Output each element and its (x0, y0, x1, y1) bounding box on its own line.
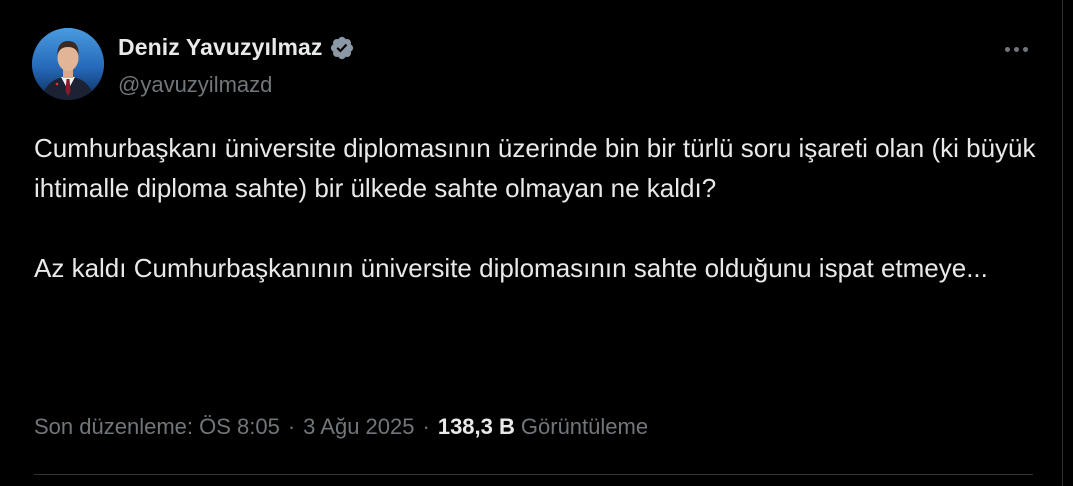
author-display-name[interactable]: Deniz Yavuzyılmaz (118, 34, 323, 61)
tweet-meta: Son düzenleme: ÖS 8:05 · 3 Ağu 2025 · 13… (34, 414, 648, 440)
meta-separator: · (287, 414, 296, 439)
tweet-card: Deniz Yavuzyılmaz @yavuzyilmazd Cumhurba… (0, 0, 1073, 486)
avatar-image (32, 28, 104, 100)
divider (34, 474, 1033, 475)
tweet-text: Cumhurbaşkanı üniversite diplomasının üz… (34, 128, 1044, 288)
column-border (1062, 0, 1063, 486)
author-name-row: Deniz Yavuzyılmaz (118, 34, 355, 61)
tweet-paragraph: Az kaldı Cumhurbaşkanının üniversite dip… (34, 253, 988, 283)
tweet-paragraph: Cumhurbaşkanı üniversite diplomasının üz… (34, 133, 1036, 203)
edited-timestamp-link[interactable]: Son düzenleme: ÖS 8:05 (34, 414, 280, 440)
author-handle[interactable]: @yavuzyilmazd (118, 72, 272, 98)
more-horizontal-icon-dot (1013, 46, 1019, 52)
avatar[interactable] (32, 28, 104, 100)
more-options-button[interactable] (999, 36, 1033, 62)
more-horizontal-icon-dot (1022, 46, 1028, 52)
verified-badge-icon[interactable] (329, 35, 355, 61)
meta-separator: · (422, 414, 430, 439)
views-label: Görüntüleme (520, 414, 649, 439)
more-horizontal-icon (1004, 46, 1010, 52)
tweet-date-link[interactable]: 3 Ağu 2025 (303, 414, 414, 440)
views-count: 138,3 B (437, 414, 515, 439)
